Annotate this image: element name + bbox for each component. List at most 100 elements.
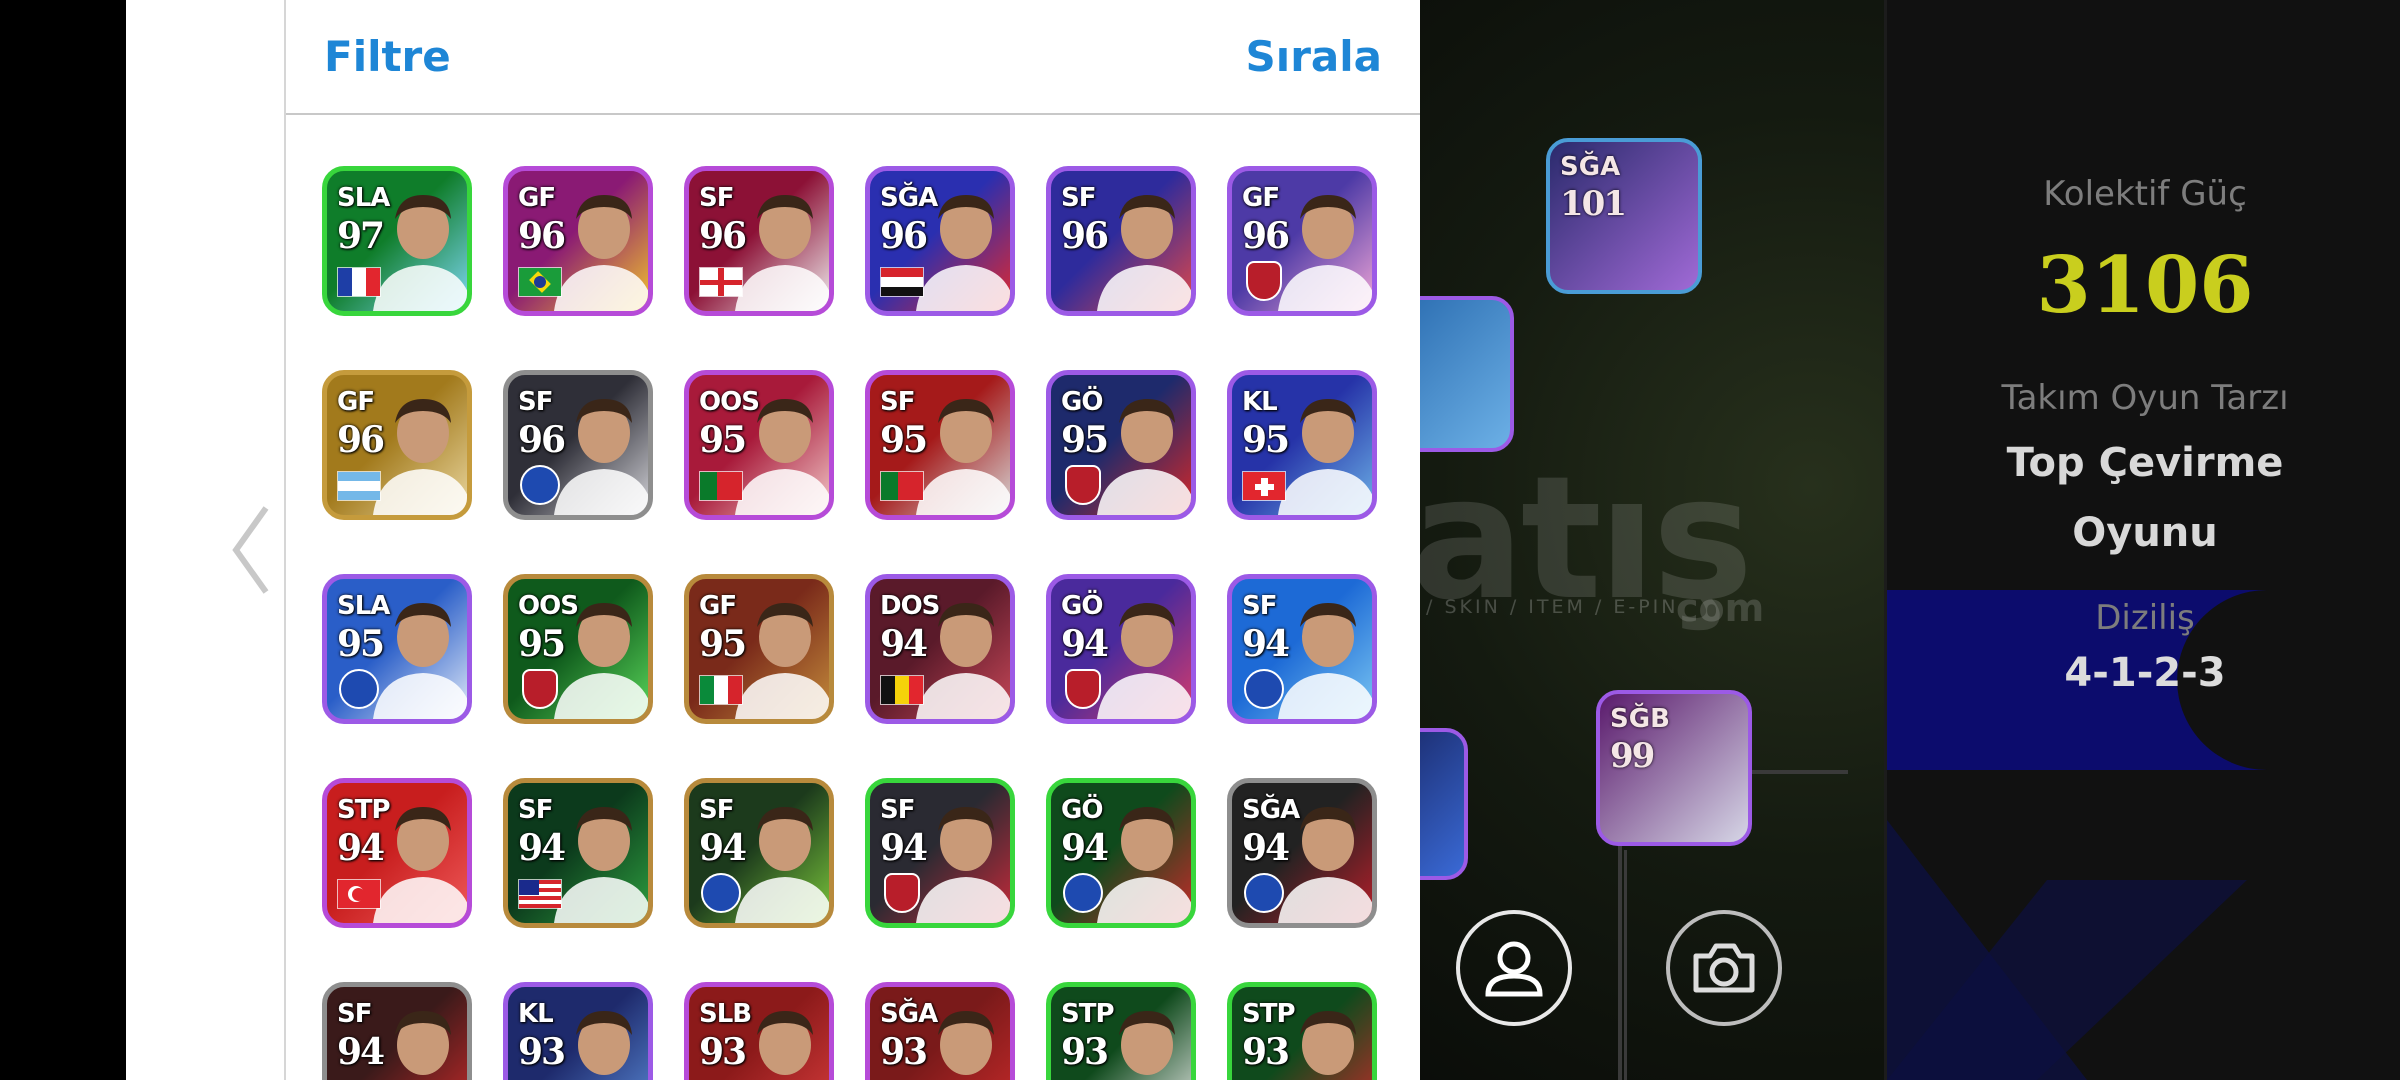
- nation-flag-icon: [337, 879, 381, 909]
- nation-flag-icon: [337, 471, 381, 501]
- filter-button[interactable]: Filtre: [324, 32, 451, 81]
- player-card[interactable]: SĞA 96: [865, 166, 1015, 316]
- player-position: OOS: [699, 387, 760, 417]
- player-card[interactable]: SF 94: [322, 982, 472, 1080]
- nation-flag-icon: [880, 675, 924, 705]
- player-rating: 94: [880, 623, 928, 665]
- player-position: SĞB: [1610, 704, 1670, 734]
- player-position: SĞA: [880, 183, 938, 213]
- player-rating: 93: [1061, 1031, 1109, 1073]
- player-card[interactable]: SĞA 93: [865, 982, 1015, 1080]
- sort-button[interactable]: Sırala: [1246, 32, 1382, 81]
- player-rating: 94: [1061, 827, 1109, 869]
- player-card[interactable]: SF 96: [1046, 166, 1196, 316]
- player-rating: 95: [1061, 419, 1109, 461]
- player-card[interactable]: SF 94: [865, 778, 1015, 928]
- player-rating: 94: [1061, 623, 1109, 665]
- player-position: SF: [1242, 591, 1277, 621]
- player-position: SF: [518, 387, 553, 417]
- player-card[interactable]: GF 95: [684, 574, 834, 724]
- player-card[interactable]: OOS 95: [503, 574, 653, 724]
- side-strip: [126, 0, 284, 1080]
- profile-button[interactable]: [1456, 910, 1572, 1026]
- player-card[interactable]: GÖ 94: [1046, 574, 1196, 724]
- player-card[interactable]: STP 94: [322, 778, 472, 928]
- player-rating: 94: [337, 1031, 385, 1073]
- player-card[interactable]: KL 93: [503, 982, 653, 1080]
- player-position: SLB: [699, 999, 752, 1029]
- player-rating: 93: [1242, 1031, 1290, 1073]
- player-position: SF: [1061, 183, 1096, 213]
- player-rating: 97: [337, 215, 385, 257]
- club-badge-icon: [522, 669, 558, 709]
- player-card[interactable]: GF 96: [503, 166, 653, 316]
- player-position: KL: [518, 999, 554, 1029]
- player-rating: 99: [1610, 736, 1655, 776]
- player-card[interactable]: SLB 93: [684, 982, 834, 1080]
- nation-flag-icon: [880, 471, 924, 501]
- watermark-subtitle: / SKIN / ITEM / E-PIN: [1426, 596, 1679, 618]
- team-style-label: Takım Oyun Tarzı: [2001, 378, 2289, 418]
- collective-power-label: Kolektif Güç: [2043, 174, 2247, 214]
- player-position: GF: [337, 387, 375, 417]
- player-rating: 95: [699, 419, 747, 461]
- player-card[interactable]: SĞA 94: [1227, 778, 1377, 928]
- player-position: GF: [1242, 183, 1280, 213]
- club-badge-icon: [339, 669, 379, 709]
- player-position: GÖ: [1061, 591, 1103, 621]
- player-position: GÖ: [1061, 387, 1103, 417]
- field-player-card[interactable]: SĞB 99: [1596, 690, 1752, 846]
- player-card[interactable]: SF 95: [865, 370, 1015, 520]
- player-position: SF: [880, 387, 915, 417]
- player-card[interactable]: SF 96: [684, 166, 834, 316]
- collective-power-value: 3106: [2036, 240, 2254, 331]
- nation-flag-icon: [699, 267, 743, 297]
- player-position: SLA: [337, 591, 390, 621]
- player-card[interactable]: GF 96: [1227, 166, 1377, 316]
- player-position: SF: [880, 795, 915, 825]
- player-card[interactable]: STP 93: [1227, 982, 1377, 1080]
- player-position: STP: [1242, 999, 1296, 1029]
- club-badge-icon: [1244, 669, 1284, 709]
- player-rating: 94: [337, 827, 385, 869]
- field-player-card[interactable]: SĞA 101: [1546, 138, 1702, 294]
- player-rating: 96: [337, 419, 385, 461]
- player-card[interactable]: OOS 95: [684, 370, 834, 520]
- player-card[interactable]: KL 95: [1227, 370, 1377, 520]
- player-rating: 93: [880, 1031, 928, 1073]
- club-badge-icon: [1244, 873, 1284, 913]
- player-position: OOS: [518, 591, 579, 621]
- player-rating: 96: [518, 419, 566, 461]
- chevron-left-icon[interactable]: [226, 500, 276, 600]
- nation-flag-icon: [699, 675, 743, 705]
- club-badge-icon: [1065, 465, 1101, 505]
- player-card[interactable]: SLA 95: [322, 574, 472, 724]
- player-card[interactable]: SF 94: [684, 778, 834, 928]
- player-card[interactable]: SF 96: [503, 370, 653, 520]
- player-rating: 96: [1242, 215, 1290, 257]
- player-position: GF: [518, 183, 556, 213]
- team-stats-panel: Kolektif Güç 3106 Takım Oyun Tarzı Top Ç…: [1884, 0, 2400, 1080]
- player-position: GÖ: [1061, 795, 1103, 825]
- player-card[interactable]: DOS 94: [865, 574, 1015, 724]
- club-badge-icon: [884, 873, 920, 913]
- club-badge-icon: [520, 465, 560, 505]
- player-card[interactable]: GÖ 94: [1046, 778, 1196, 928]
- player-card[interactable]: GÖ 95: [1046, 370, 1196, 520]
- player-card[interactable]: GF 96: [322, 370, 472, 520]
- camera-button[interactable]: [1666, 910, 1782, 1026]
- player-position: SĞA: [1560, 152, 1621, 182]
- player-card[interactable]: SLA 97: [322, 166, 472, 316]
- player-card[interactable]: SF 94: [503, 778, 653, 928]
- player-position: SF: [518, 795, 553, 825]
- nation-flag-icon: [880, 267, 924, 297]
- nation-flag-icon: [699, 471, 743, 501]
- player-rating: 95: [337, 623, 385, 665]
- player-position: SF: [337, 999, 372, 1029]
- player-card[interactable]: STP 93: [1046, 982, 1196, 1080]
- player-selection-panel: Filtre Sırala SLA 97 GF 96 SF 96 SĞA 96 SF 96 GF 96…: [284, 0, 1420, 1080]
- player-card[interactable]: SF 94: [1227, 574, 1377, 724]
- club-badge-icon: [1063, 873, 1103, 913]
- formation-label: Diziliş: [2095, 598, 2195, 638]
- player-rating: 93: [699, 1031, 747, 1073]
